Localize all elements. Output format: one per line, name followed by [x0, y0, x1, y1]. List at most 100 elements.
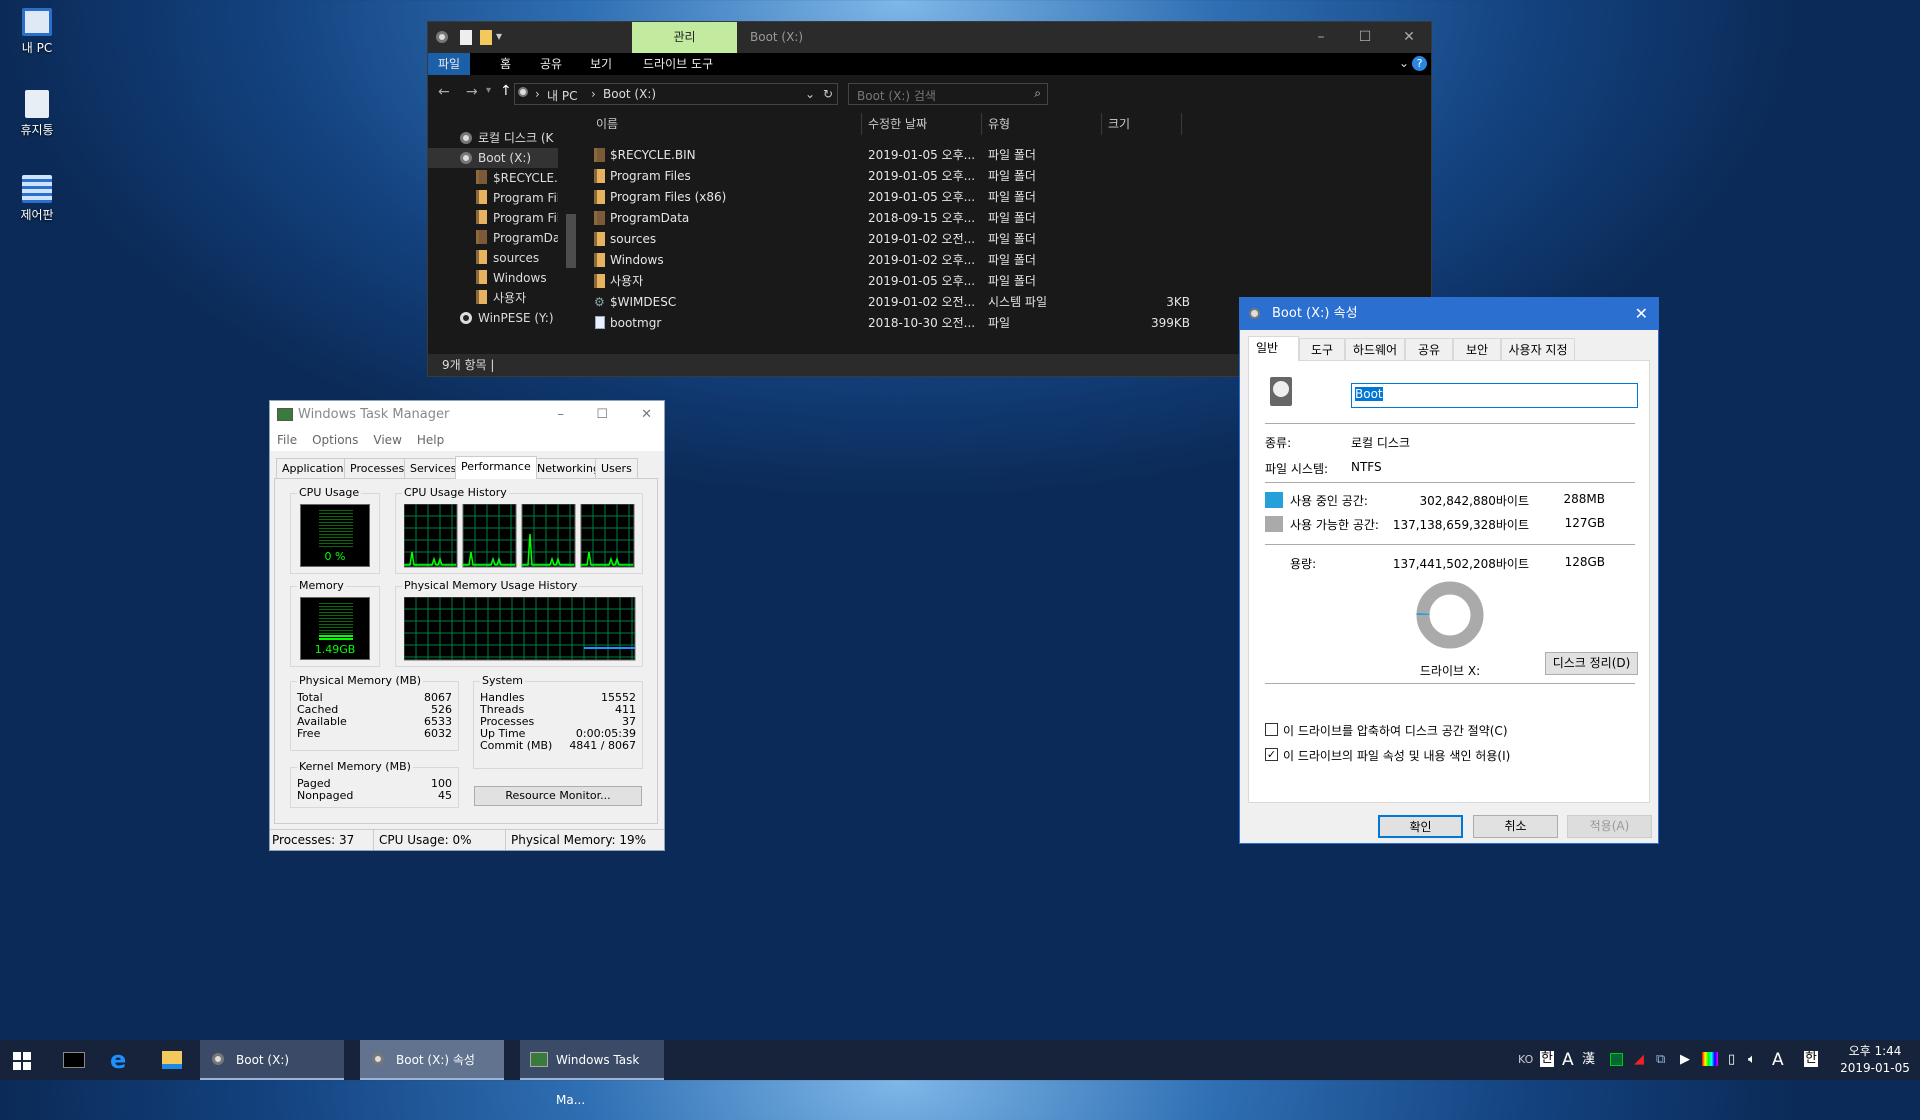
tab-sharing[interactable]: 공유 [1405, 338, 1453, 360]
nav-item-local-disk[interactable]: 로컬 디스크 (K [460, 128, 578, 148]
address-dropdown-icon[interactable]: ⌄ [805, 87, 815, 101]
address-bar[interactable]: › 내 PC › Boot (X:) ⌄ ↻ [514, 83, 838, 105]
context-tab-manage[interactable]: 관리 [632, 22, 737, 53]
menu-help[interactable]: Help [417, 433, 444, 447]
nav-item[interactable]: Program Files (x86) [476, 208, 558, 228]
new-folder-qat-icon[interactable] [480, 30, 492, 45]
file-row[interactable]: ProgramData 2018-09-15 오후... 파일 폴더 [590, 208, 1036, 228]
menu-file[interactable]: File [277, 433, 297, 447]
file-row[interactable]: Program Files 2019-01-05 오후... 파일 폴더 [590, 166, 1036, 186]
breadcrumb-boot[interactable]: Boot (X:) [603, 87, 656, 101]
file-row[interactable]: sources 2019-01-02 오전... 파일 폴더 [590, 229, 1036, 249]
tab-tools[interactable]: 도구 [1299, 338, 1345, 360]
column-header-date[interactable]: 수정한 날짜 [862, 113, 982, 135]
column-header-name[interactable]: 이름 [590, 113, 862, 135]
disk-cleanup-button[interactable]: 디스크 정리(D) [1545, 652, 1638, 675]
tab-general[interactable]: 일반 [1248, 336, 1299, 361]
nav-item-winpese[interactable]: WinPESE (Y:) [460, 308, 560, 328]
file-row[interactable]: Windows 2019-01-02 오후... 파일 폴더 [590, 250, 1036, 270]
tab-file[interactable]: 파일 [428, 53, 471, 75]
close-button[interactable]: ✕ [1635, 298, 1648, 330]
desktop-icon-control-panel[interactable]: 제어판 [2, 175, 72, 223]
clock[interactable]: 오후 1:44 2019-01-05 [1836, 1043, 1914, 1077]
compress-checkbox[interactable] [1265, 723, 1278, 736]
file-row[interactable]: bootmgr 2018-10-30 오전... 파일 399KB [590, 313, 1190, 333]
nav-item[interactable]: 사용자 [476, 288, 558, 308]
nav-scrollbar-thumb[interactable] [566, 214, 576, 268]
minimize-button[interactable]: – [558, 401, 565, 429]
nav-item[interactable]: Windows [476, 268, 558, 288]
nav-item[interactable]: $RECYCLE.BIN [476, 168, 558, 188]
tab-users[interactable]: Users [595, 458, 638, 478]
network-meter-tray-icon[interactable]: ◢ [1634, 1040, 1644, 1080]
nav-item[interactable]: ProgramData [476, 228, 558, 248]
minimize-button[interactable]: – [1299, 22, 1343, 53]
ime-mode-icon-2[interactable]: 한 [1804, 1051, 1818, 1067]
network-tray-icon[interactable]: ⧉ [1656, 1040, 1665, 1080]
forward-button[interactable]: → [466, 84, 478, 100]
tab-hardware[interactable]: 하드웨어 [1345, 338, 1405, 360]
maximize-button[interactable]: ☐ [1343, 22, 1387, 53]
tab-processes[interactable]: Processes [344, 458, 411, 478]
media-player-tray-icon[interactable]: ▶ [1680, 1040, 1690, 1080]
start-button[interactable] [13, 1052, 31, 1070]
search-box[interactable]: Boot (X:) 검색 ⌕ [848, 83, 1048, 105]
tab-drive-tools[interactable]: 드라이브 도구 [633, 53, 723, 75]
nav-item[interactable]: sources [476, 248, 558, 268]
tab-services[interactable]: Services [404, 458, 463, 478]
tab-customize[interactable]: 사용자 지정 [1501, 338, 1575, 360]
menu-view[interactable]: View [373, 433, 401, 447]
ime-a-icon[interactable]: A [1562, 1040, 1574, 1080]
usb-tray-icon[interactable]: ▯ [1728, 1040, 1735, 1080]
tab-performance[interactable]: Performance [455, 456, 537, 479]
taskbar-button-explorer[interactable]: Boot (X:) [200, 1040, 344, 1080]
column-header-size[interactable]: 크기 [1102, 113, 1182, 135]
tab-view[interactable]: 보기 [580, 53, 622, 75]
volume-name-input[interactable]: Boot [1351, 383, 1638, 408]
tab-security[interactable]: 보안 [1453, 338, 1501, 360]
close-button[interactable]: ✕ [641, 401, 652, 429]
refresh-icon[interactable]: ↻ [823, 87, 833, 101]
desktop-icon-recycle-bin[interactable]: 휴지통 [2, 90, 72, 138]
menu-options[interactable]: Options [312, 433, 358, 447]
apply-button[interactable]: 적용(A) [1567, 815, 1652, 838]
ime-a-icon-2[interactable]: A [1772, 1040, 1784, 1080]
language-indicator[interactable]: KO [1518, 1040, 1533, 1080]
column-header-type[interactable]: 유형 [982, 113, 1102, 135]
volume-icon[interactable]: 🔈︎ [1748, 1040, 1756, 1080]
back-button[interactable]: ← [438, 84, 450, 100]
properties-qat-icon[interactable] [460, 30, 472, 45]
nav-item-boot[interactable]: Boot (X:) [428, 148, 558, 168]
label: Memory [297, 579, 346, 592]
ime-mode-icon[interactable]: 한 [1540, 1051, 1554, 1067]
taskbar-button-properties[interactable]: Boot (X:) 속성 [360, 1040, 504, 1080]
file-row[interactable]: Program Files (x86) 2019-01-05 오후... 파일 … [590, 187, 1036, 207]
tab-home[interactable]: 홈 [490, 53, 521, 75]
command-prompt-icon[interactable] [63, 1052, 85, 1068]
ok-button[interactable]: 확인 [1378, 815, 1463, 838]
file-explorer-icon[interactable] [162, 1051, 182, 1069]
help-icon[interactable]: ? [1412, 56, 1427, 71]
index-checkbox[interactable]: ✓ [1265, 748, 1278, 761]
resource-monitor-button[interactable]: Resource Monitor... [474, 786, 642, 806]
cpu-monitor-tray-icon[interactable] [1610, 1053, 1623, 1066]
file-row[interactable]: ⚙ $WIMDESC 2019-01-02 오전... 시스템 파일 3KB [590, 292, 1190, 312]
tab-share[interactable]: 공유 [530, 53, 572, 75]
cancel-button[interactable]: 취소 [1473, 815, 1558, 838]
breadcrumb-this-pc[interactable]: 내 PC [547, 87, 577, 104]
expand-ribbon-icon[interactable]: ⌄ [1399, 56, 1409, 70]
file-row[interactable]: 사용자 2019-01-05 오후... 파일 폴더 [590, 271, 1036, 291]
maximize-button[interactable]: ☐ [596, 401, 608, 429]
internet-explorer-icon[interactable]: e [110, 1046, 126, 1074]
display-tray-icon[interactable] [1702, 1052, 1718, 1066]
hanja-icon[interactable]: 漢 [1582, 1040, 1595, 1080]
nav-item[interactable]: Program Files [476, 188, 558, 208]
desktop-icon-this-pc[interactable]: 내 PC [2, 8, 72, 56]
qat-dropdown-icon[interactable]: ▾ [496, 29, 502, 43]
label: Windows [493, 271, 547, 285]
recent-dropdown[interactable]: ▾ [486, 85, 491, 96]
file-row[interactable]: $RECYCLE.BIN 2019-01-05 오후... 파일 폴더 [590, 145, 1036, 165]
close-button[interactable]: ✕ [1387, 22, 1431, 53]
taskbar-button-task-manager[interactable]: Windows Task Ma... [520, 1040, 664, 1107]
up-button[interactable]: ↑ [500, 83, 512, 99]
